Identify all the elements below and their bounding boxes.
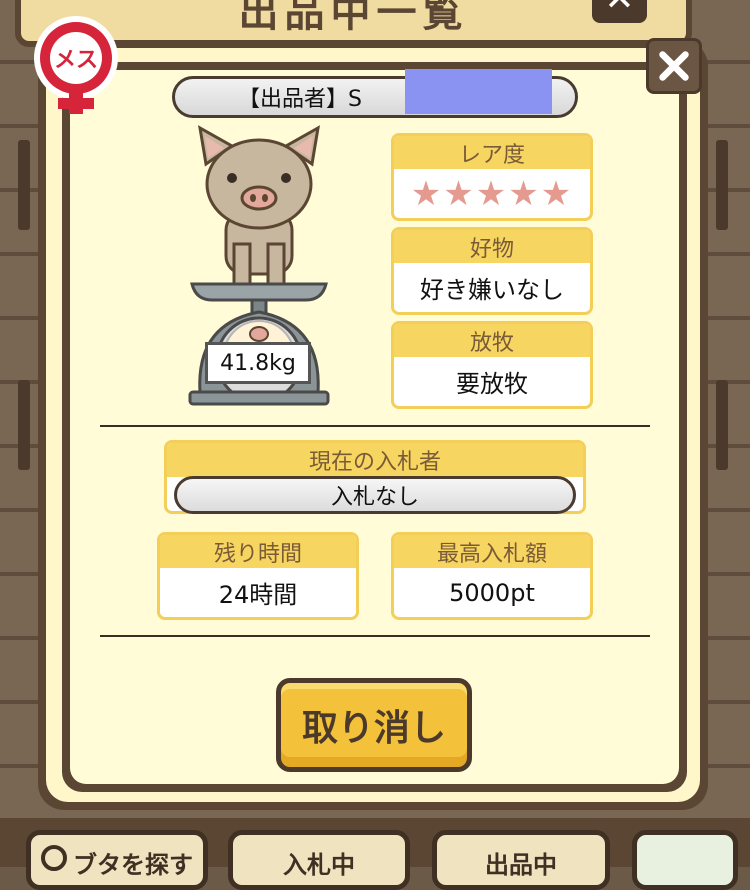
time-left-title: 残り時間 — [160, 535, 356, 568]
highest-bid-value: 5000pt — [449, 578, 535, 607]
rarity-title: レア度 — [394, 136, 590, 169]
highest-bid-title: 最高入札額 — [394, 535, 590, 568]
weight-readout: 41.8kg — [205, 342, 311, 384]
rarity-card: レア度 ★★★★★ — [391, 133, 593, 221]
grazing-card: 放牧 要放牧 — [391, 321, 593, 409]
divider — [100, 635, 650, 637]
tab-label: ブタを探す — [73, 851, 193, 879]
favorite-food-card: 好物 好き嫌いなし — [391, 227, 593, 315]
cancel-listing-button[interactable]: 取り消し — [276, 678, 472, 772]
time-left-value: 24時間 — [218, 581, 298, 609]
background-post — [18, 380, 30, 470]
tab-listing[interactable]: 出品中 — [432, 830, 610, 890]
current-bidder-bar: 入札なし — [174, 476, 576, 514]
background-header-title: 出品中一覧 — [238, 0, 469, 36]
female-symbol-icon: メス — [34, 16, 118, 114]
tab-search-pigs[interactable]: ブタを探す — [26, 830, 208, 890]
close-button[interactable] — [646, 38, 702, 94]
tab-label: 出品中 — [485, 851, 557, 879]
rarity-stars-icon: ★★★★★ — [410, 173, 574, 214]
redaction-mask — [405, 69, 552, 114]
background-post — [18, 140, 30, 230]
bottom-tab-bar: ブタを探す 入札中 出品中 — [0, 818, 750, 890]
seller-label: 【出品者】S — [238, 87, 362, 112]
magnifier-icon — [41, 845, 67, 871]
current-bidder-title: 現在の入札者 — [167, 443, 583, 477]
close-icon — [659, 51, 689, 81]
favorite-food-value: 好き嫌いなし — [420, 276, 564, 304]
background-post — [716, 140, 728, 230]
tab-home[interactable] — [632, 830, 738, 890]
cancel-button-label: 取り消し — [301, 708, 446, 749]
tab-bidding[interactable]: 入札中 — [228, 830, 410, 890]
current-bidder-value: 入札なし — [330, 485, 419, 510]
weight-value: 41.8kg — [220, 350, 296, 376]
highest-bid-card: 最高入札額 5000pt — [391, 532, 593, 620]
favorite-food-title: 好物 — [394, 230, 590, 263]
background-post — [716, 380, 728, 470]
grazing-value: 要放牧 — [456, 370, 528, 398]
tab-label: 入札中 — [283, 851, 355, 879]
background-close-icon: ✕ — [592, 0, 647, 23]
gender-label: メス — [54, 48, 98, 73]
divider — [100, 425, 650, 427]
grazing-title: 放牧 — [394, 324, 590, 357]
time-left-card: 残り時間 24時間 — [157, 532, 359, 620]
